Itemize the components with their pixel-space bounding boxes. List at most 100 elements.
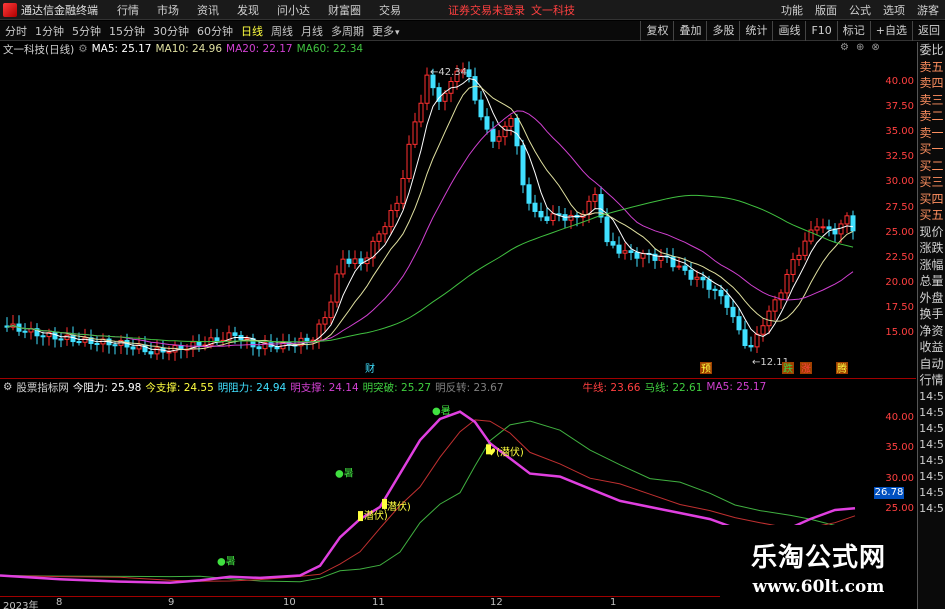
side-panel-item[interactable]: 卖三 [918,92,945,109]
menu-caifuquan[interactable]: 财富圈 [328,2,361,18]
side-panel-item[interactable]: 自动 [918,356,945,373]
high-price-label: ←42.34 [430,67,467,78]
side-panel-item[interactable]: 收益 [918,339,945,356]
period-fenshi[interactable]: 分时 [5,23,27,39]
chart-marker[interactable]: 财 [364,362,376,375]
side-panel-item[interactable]: 买三 [918,174,945,191]
side-panel-item[interactable]: 委比 [918,42,945,59]
price-axis-label: 20.00 [885,276,914,288]
menu-zixun[interactable]: 资讯 [197,2,219,18]
chart-marker-label: 财 [365,362,375,375]
ox-line-label: 牛线: 23.66 [582,381,641,394]
app-title: 通达信金融终端 [21,3,98,17]
candle-body [76,341,82,344]
candle-body [112,344,118,347]
tomorrow-break: 明突破: 25.27 [362,381,432,394]
candle-body [730,306,736,318]
candle-body [64,334,70,340]
stats-button[interactable]: 统计 [739,21,772,41]
guest-label[interactable]: 游客 [917,2,939,18]
period-30min[interactable]: 30分钟 [153,23,189,39]
date-label: 12 [490,597,503,608]
side-panel-item[interactable]: 卖一 [918,125,945,142]
side-panel-item[interactable]: 买五 [918,207,945,224]
candle-body [376,233,382,242]
candle-body [532,202,538,212]
side-panel-item[interactable]: 买四 [918,191,945,208]
chart-marker[interactable]: 预 [700,362,712,375]
side-panel-item[interactable]: 卖四 [918,75,945,92]
indicator-name: 股票指标网 [16,381,69,394]
period-weekly[interactable]: 周线 [271,23,293,39]
menu-gongshi[interactable]: 公式 [849,2,871,18]
menu-jiaoyi[interactable]: 交易 [379,2,401,18]
side-panel-item[interactable]: 净资 [918,323,945,340]
candle-body [166,351,172,354]
period-1min[interactable]: 1分钟 [35,23,64,39]
candle-body [406,143,412,179]
chart-marker[interactable]: 涨 [800,362,812,375]
candle-body [502,125,508,138]
price-axis-label: 15.00 [885,327,914,338]
menu-hangqing[interactable]: 行情 [117,2,139,18]
menu-xuanxiang[interactable]: 选项 [883,2,905,18]
candle-body [634,251,640,259]
period-monthly[interactable]: 月线 [301,23,323,39]
period-60min[interactable]: 60分钟 [197,23,233,39]
watermark: 乐淘公式网 www.60lt.com [720,525,917,609]
side-panel-item[interactable]: 涨幅 [918,257,945,274]
menu-gongneng[interactable]: 功能 [781,2,803,18]
date-label: 1 [610,597,617,608]
period-daily[interactable]: 日线 [241,23,263,39]
chart-marker[interactable]: 腾 [836,362,848,375]
back-button[interactable]: 返回 [912,21,945,41]
menu-wenxiaoda[interactable]: 问小达 [277,2,310,18]
overlay-button[interactable]: 叠加 [673,21,706,41]
indicator-icon[interactable]: ⚙ [3,381,12,393]
side-panel-item[interactable]: 买二 [918,158,945,175]
side-panel-item[interactable]: 换手 [918,306,945,323]
annotation-qianfu: ♥(潜伏) [487,445,524,458]
period-5min[interactable]: 5分钟 [72,23,101,39]
period-more[interactable]: 更多 [372,23,400,39]
draw-line-button[interactable]: 画线 [772,21,805,41]
candle-body [484,116,490,130]
side-panel-item[interactable]: 卖五 [918,59,945,76]
side-panel-time: 14:5 [919,421,944,435]
candle-body [742,329,748,346]
period-multi[interactable]: 多周期 [331,23,364,39]
side-panel-item[interactable]: 行情 [918,372,945,389]
multi-stock-button[interactable]: 多股 [706,21,739,41]
candle-body [592,194,598,202]
main-chart-svg: ←42.34←12.11财预跌涨腾 [4,61,856,375]
fuquan-button[interactable]: 复权 [640,21,673,41]
side-panel-item[interactable]: 卖二 [918,108,945,125]
today-resist: 今阻力: 25.98 [72,381,142,394]
menu-banmian[interactable]: 版面 [815,2,837,18]
side-panel-item[interactable]: 外盘 [918,290,945,307]
menu-faxian[interactable]: 发现 [237,2,259,18]
side-panel-item[interactable]: 现价 [918,224,945,241]
side-panel-item[interactable]: 买一 [918,141,945,158]
candle-body [724,295,730,308]
f10-button[interactable]: F10 [805,21,836,41]
period-15min[interactable]: 15分钟 [109,23,145,39]
side-panel-item[interactable]: 涨跌 [918,240,945,257]
candle-body [736,316,742,331]
candle-body [820,226,826,229]
side-panel-time: 14:5 [919,501,944,515]
price-axis-label: 22.50 [885,251,914,263]
candle-body [382,226,388,235]
add-watchlist-button[interactable]: +自选 [869,21,912,41]
mark-button[interactable]: 标记 [836,21,870,41]
candle-body [496,136,502,142]
login-note[interactable]: 证券交易未登录 [448,2,525,18]
title-bar: 通达信金融终端 行情 市场 资讯 发现 问小达 财富圈 交易 证券交易未登录 文… [0,0,945,20]
candle-body [334,273,340,303]
candle-body [520,145,526,186]
menu-shichang[interactable]: 市场 [157,2,179,18]
tomorrow-reverse: 明反转: 23.67 [435,381,504,394]
side-panel-item[interactable]: 总量 [918,273,945,290]
candle-body [346,258,352,264]
chart-marker[interactable]: 跌 [782,362,794,375]
